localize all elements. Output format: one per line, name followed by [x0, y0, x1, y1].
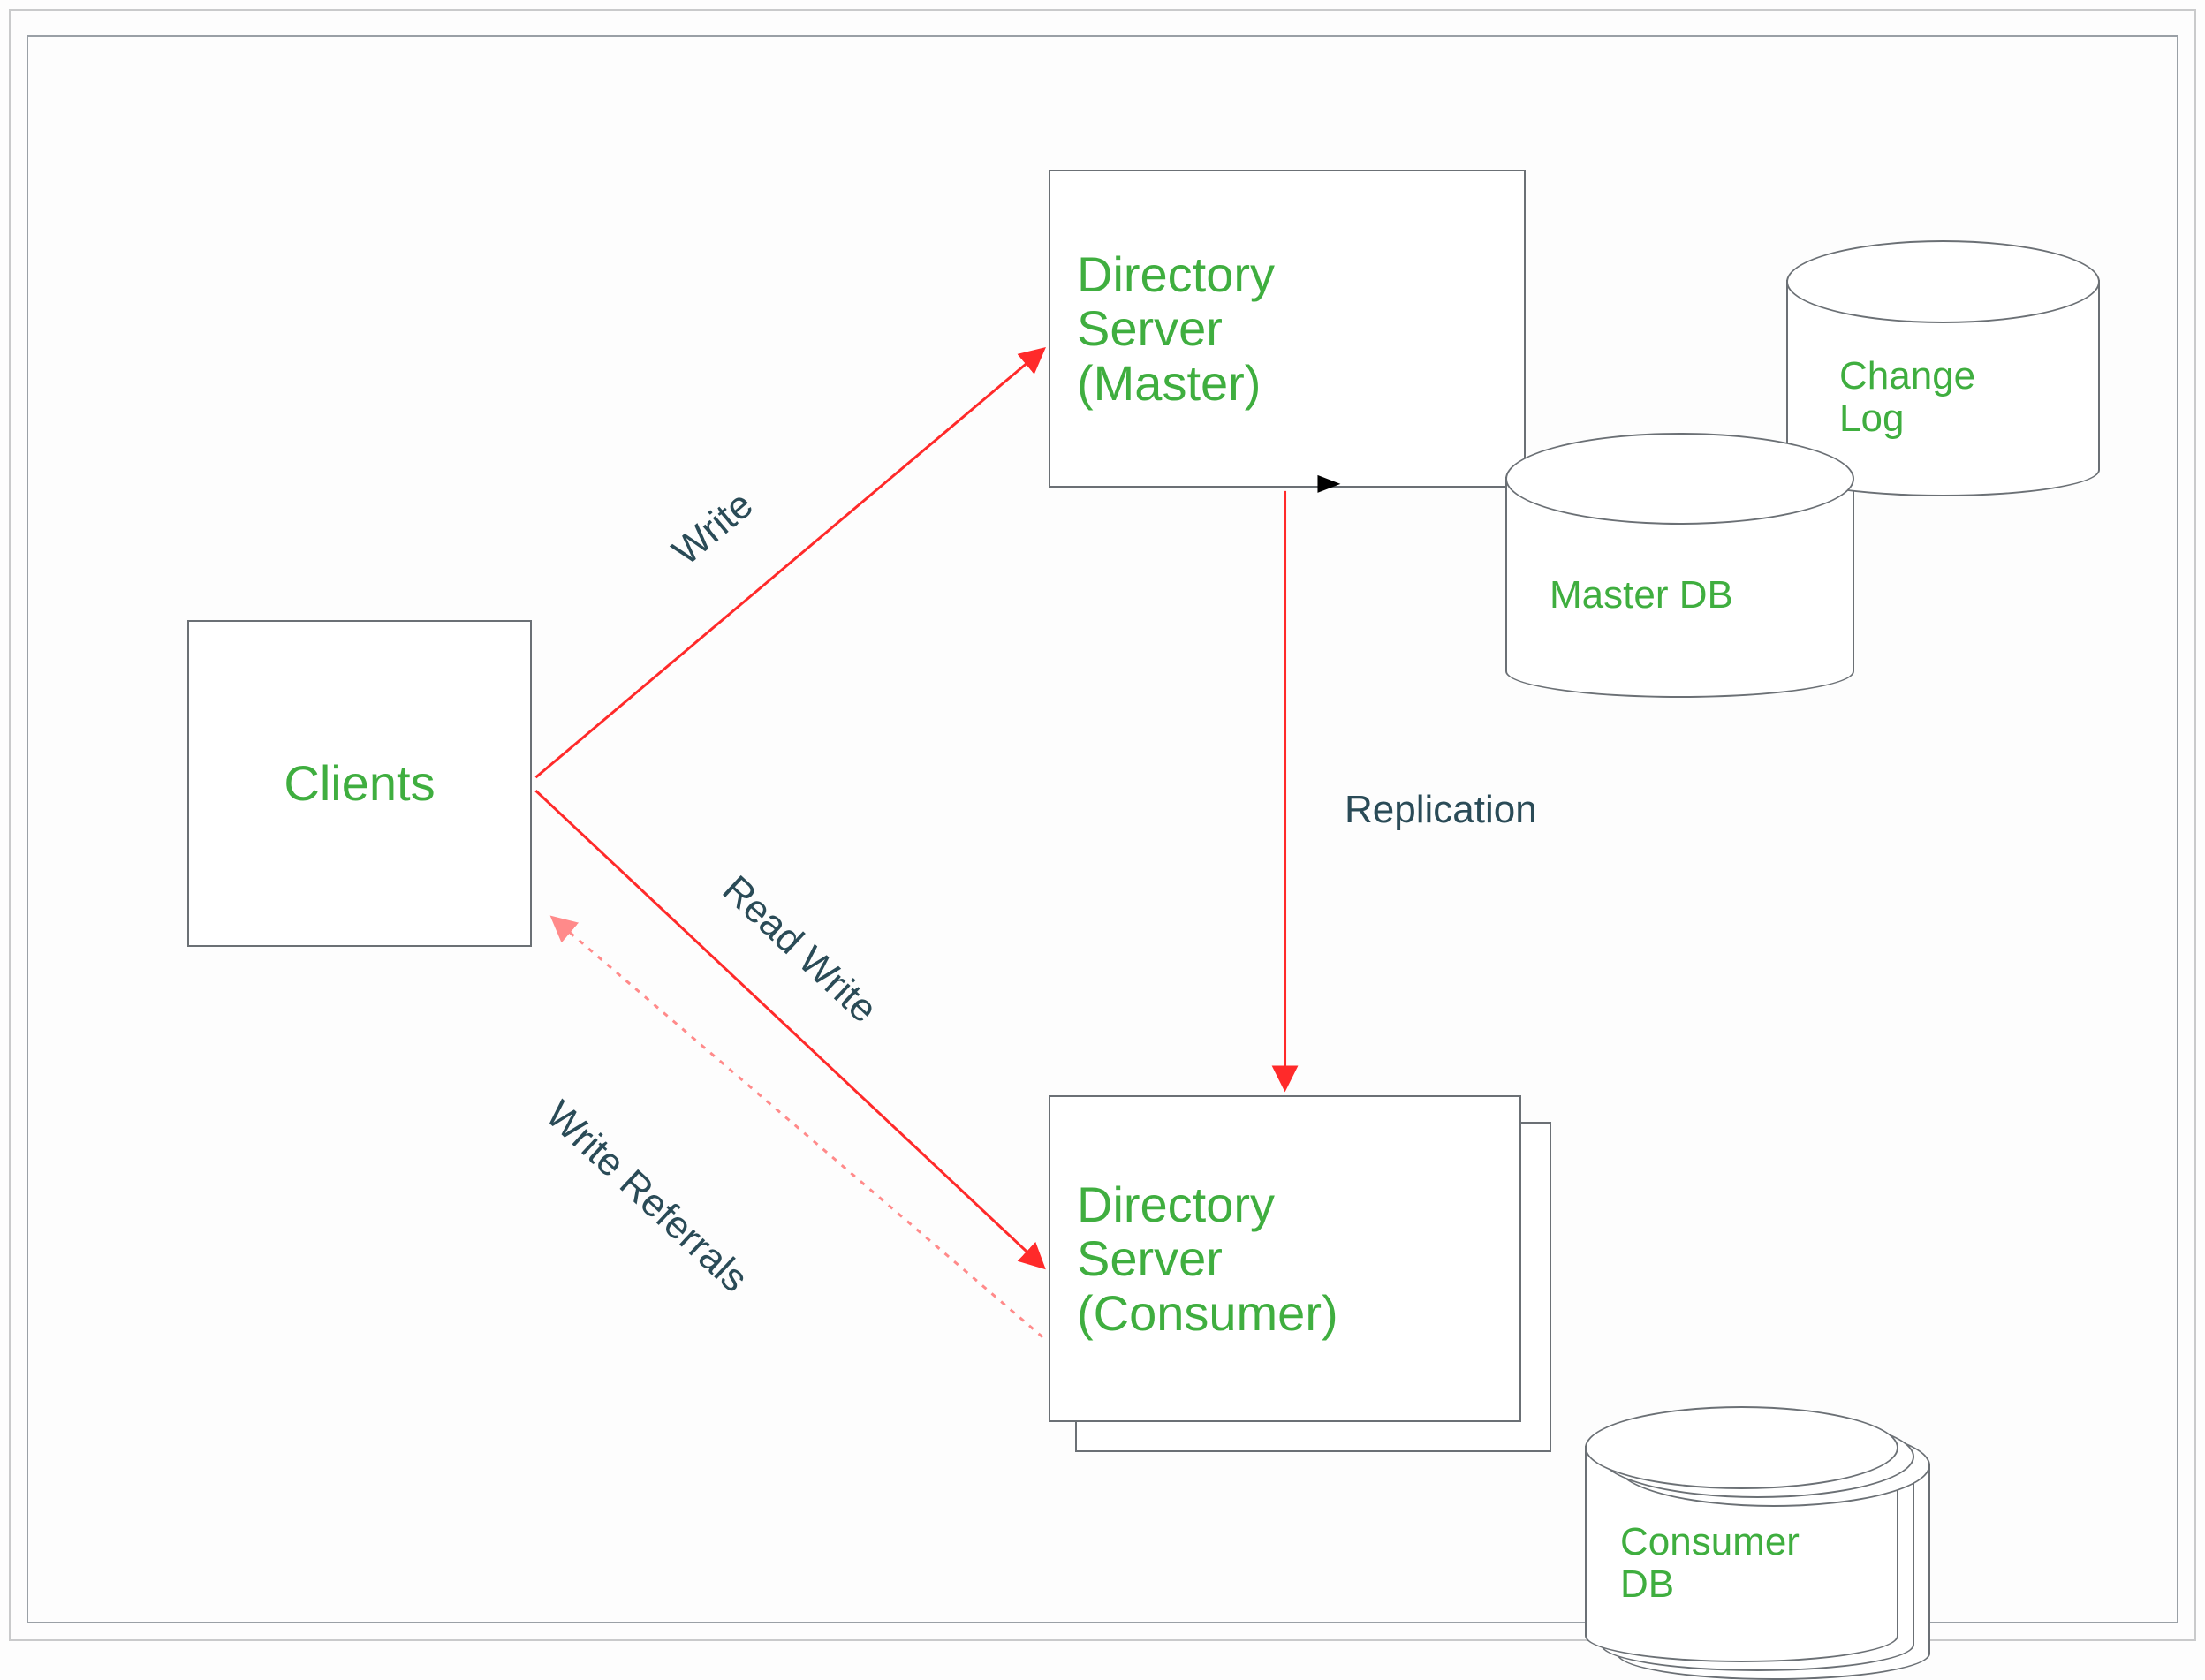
- edge-readwrite-label: Read Write: [714, 867, 885, 1032]
- edge-referrals: [553, 919, 1042, 1337]
- node-changelog-label: Change Log: [1839, 355, 1975, 441]
- node-master-label: Directory Server (Master): [1077, 247, 1275, 411]
- node-consumer: Directory Server (Consumer): [1049, 1095, 1521, 1422]
- node-clients-label: Clients: [284, 756, 435, 811]
- node-consumer-label: Directory Server (Consumer): [1077, 1177, 1338, 1341]
- edge-write-label: Write: [664, 483, 762, 575]
- node-master: Directory Server (Master): [1049, 170, 1526, 488]
- edge-replication-label: Replication: [1345, 788, 1537, 832]
- inner-frame: Clients Directory Server (Master) Direct…: [27, 35, 2178, 1623]
- node-masterdb: Master DB: [1505, 433, 1854, 698]
- node-clients: Clients: [187, 620, 532, 947]
- edge-referrals-label: Write Referrals: [537, 1093, 756, 1301]
- node-masterdb-label: Master DB: [1550, 574, 1733, 617]
- diagram-canvas: Clients Directory Server (Master) Direct…: [0, 0, 2205, 1650]
- edge-write: [535, 350, 1042, 777]
- node-consumerdb: Consumer DB: [1585, 1406, 1898, 1662]
- node-consumerdb-label: Consumer DB: [1620, 1521, 1800, 1607]
